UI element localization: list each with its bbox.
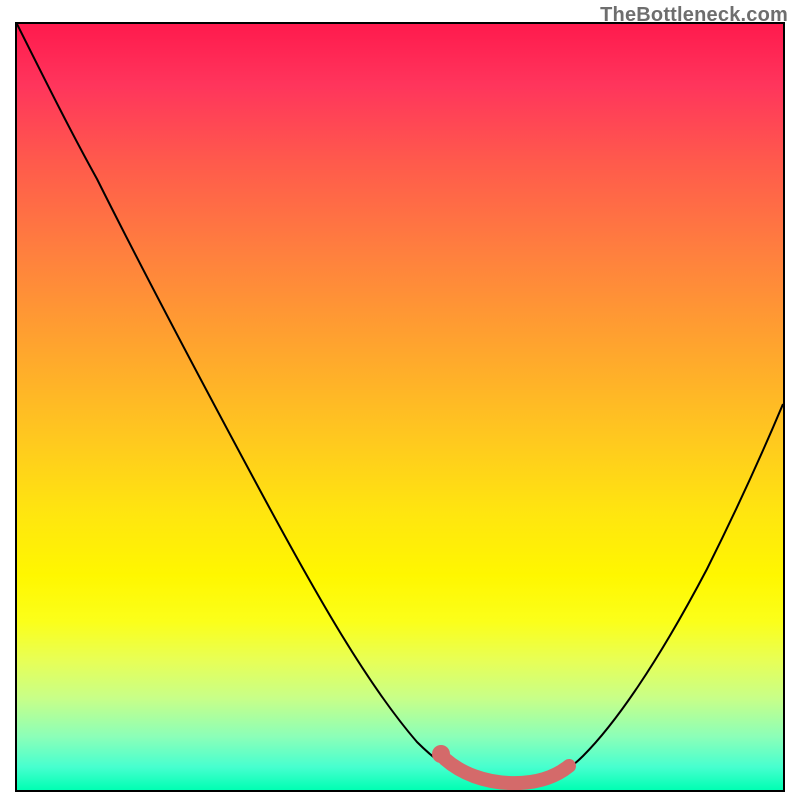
chart-frame <box>15 22 785 792</box>
optimal-range-highlight <box>445 759 569 783</box>
bottleneck-curve <box>17 24 783 784</box>
chart-svg-layer <box>17 24 783 790</box>
optimal-range-start-dot <box>432 745 450 763</box>
watermark-text: TheBottleneck.com <box>600 4 788 27</box>
